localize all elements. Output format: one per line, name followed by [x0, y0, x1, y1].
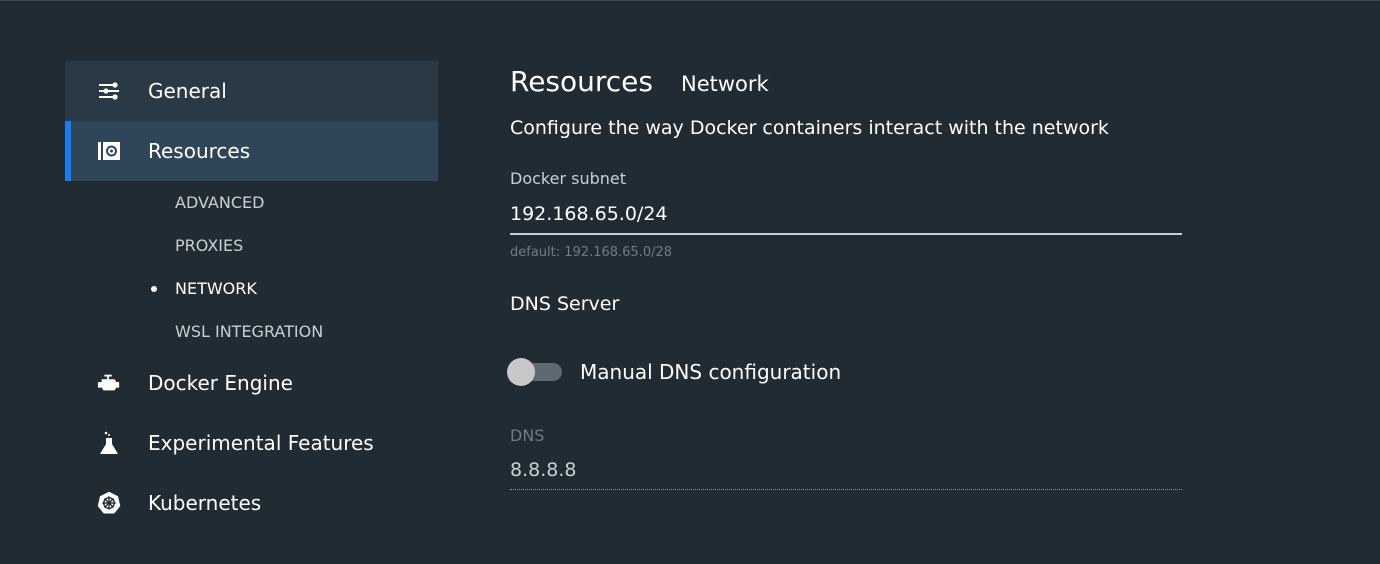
sidebar-item-label: Kubernetes	[148, 491, 262, 515]
manual-dns-toggle[interactable]	[507, 358, 562, 386]
subnav-advanced[interactable]: ADVANCED	[65, 181, 438, 224]
sidebar-item-resources[interactable]: Resources	[65, 121, 438, 181]
subnav-network[interactable]: NETWORK	[65, 267, 438, 310]
subnet-label: Docker subnet	[510, 169, 626, 188]
sliders-icon	[97, 79, 121, 103]
page-title: Resources	[510, 65, 653, 98]
settings-sidebar: General Resources ADVANCED PROXIES NETWO…	[65, 61, 438, 533]
engine-icon	[97, 371, 121, 395]
subnav-label: WSL INTEGRATION	[175, 322, 324, 341]
sidebar-item-label: Docker Engine	[148, 371, 293, 395]
subnet-hint: default: 192.168.65.0/28	[510, 245, 673, 260]
dns-input[interactable]: 8.8.8.8	[510, 459, 1182, 490]
subnav-wsl-integration[interactable]: WSL INTEGRATION	[65, 310, 438, 353]
dns-section-heading: DNS Server	[510, 293, 620, 315]
sidebar-item-docker-engine[interactable]: Docker Engine	[65, 353, 438, 413]
sidebar-item-label: Experimental Features	[148, 431, 374, 455]
dns-label: DNS	[510, 426, 545, 445]
subnav-label: ADVANCED	[175, 193, 265, 212]
kubernetes-icon	[97, 491, 121, 515]
sidebar-item-experimental[interactable]: Experimental Features	[65, 413, 438, 473]
flask-icon	[97, 431, 121, 455]
active-dot-icon	[151, 285, 157, 292]
subnav-proxies[interactable]: PROXIES	[65, 224, 438, 267]
sidebar-item-kubernetes[interactable]: Kubernetes	[65, 473, 438, 533]
sidebar-item-label: Resources	[148, 139, 251, 163]
resources-icon	[97, 139, 121, 163]
page-subtitle: Network	[681, 72, 769, 96]
manual-dns-label: Manual DNS configuration	[580, 360, 842, 384]
sidebar-item-label: General	[148, 79, 227, 103]
subnav-label: NETWORK	[175, 279, 257, 298]
subnet-input[interactable]: 192.168.65.0/24	[510, 203, 1182, 235]
page-description: Configure the way Docker containers inte…	[510, 117, 1109, 139]
sidebar-item-general[interactable]: General	[65, 61, 438, 121]
subnav-label: PROXIES	[175, 236, 244, 255]
